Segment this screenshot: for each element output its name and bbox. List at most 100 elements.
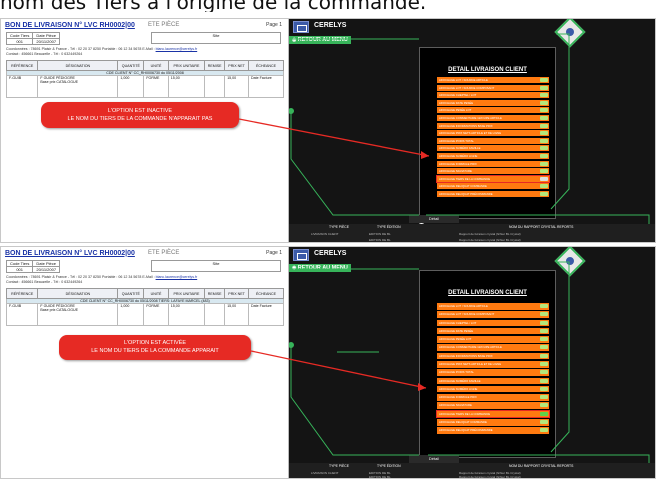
option-item[interactable]: AFFICHAGE PRIX NETS ARTICLE ET DE LIGNE — [437, 360, 549, 368]
toggle-switch[interactable] — [540, 312, 548, 317]
option-label: AFFICHAGE TIERS DE LA COMMANDE — [439, 411, 491, 416]
help-diamond-icon[interactable] — [554, 247, 586, 277]
option-item[interactable]: AFFICHAGE LOT / SOURCE ARTICLE — [437, 77, 549, 83]
toggle-switch[interactable] — [540, 138, 548, 143]
option-item[interactable]: AFFICHAGE DATE PESÉE — [437, 327, 549, 335]
toggle-switch[interactable] — [540, 320, 548, 325]
toggle-switch[interactable] — [540, 328, 548, 333]
option-item[interactable]: AFFICHAGE RELIQUAT PRÉCOMMANDE — [437, 190, 549, 197]
help-diamond-icon[interactable] — [554, 19, 586, 48]
option-item[interactable]: AFFICHAGE NUMÉRO FAMILLE — [437, 145, 549, 152]
item-discount — [204, 303, 226, 326]
toggle-switch[interactable] — [540, 304, 548, 308]
option-item[interactable]: AFFICHAGE NUMÉRO LIGNE — [437, 152, 549, 159]
header-cell: Code Tiers — [5, 260, 34, 267]
option-label: AFFICHAGE COMMENTAIRE GROUPE ARTICLE — [439, 345, 502, 350]
option-item-tiers-commande[interactable]: AFFICHAGE TIERS DE LA COMMANDE — [436, 174, 550, 183]
toggle-switch[interactable] — [540, 131, 548, 136]
toggle-switch[interactable] — [540, 146, 548, 151]
toggle-switch[interactable] — [540, 153, 548, 158]
callout-line: LE NOM DU TIERS DE LA COMMANDE N'APPARAI… — [67, 116, 213, 122]
toggle-switch[interactable] — [540, 100, 548, 105]
toggle-switch[interactable] — [540, 353, 548, 358]
item-discount — [204, 75, 226, 98]
column-header: ÉCHEANCE — [248, 288, 284, 299]
toggle-switch[interactable] — [540, 115, 548, 120]
toggle-switch[interactable] — [540, 169, 548, 174]
table-cell: Rapport de livraison crystal (fichier BL… — [459, 475, 521, 479]
option-item[interactable]: AFFICHAGE PESÉE LOT — [437, 336, 549, 343]
option-item[interactable]: AFFICHAGE COMMENTAIRE GROUPE ARTICLE — [437, 114, 549, 121]
option-item[interactable]: AFFICHAGE RELIQUAT PRÉCOMMANDE — [437, 427, 549, 434]
item-qty: 1,000 — [117, 75, 145, 98]
toggle-switch[interactable] — [540, 191, 548, 196]
option-item[interactable]: AFFICHAGE LOT / SOURCE ARTICLE — [437, 303, 549, 310]
option-item-tiers-commande[interactable]: AFFICHAGE TIERS DE LA COMMANDE — [436, 409, 550, 419]
toggle-switch[interactable] — [540, 428, 548, 433]
toggle-switch[interactable] — [540, 78, 548, 82]
option-label: AFFICHAGE DATE PESÉE — [439, 100, 474, 105]
toggle-switch[interactable] — [540, 345, 548, 350]
email-link[interactable]: blanc.laurence@cerelys.fr — [156, 47, 198, 51]
option-label: AFFICHAGE RELIQUAT PRÉCOMMANDE — [439, 428, 493, 433]
option-item[interactable]: AFFICHAGE POIDS TOTAL — [437, 137, 549, 144]
callout-line: L'OPTION EST ACTIVÉE — [123, 340, 187, 346]
toggle-switch[interactable] — [540, 395, 548, 400]
option-item[interactable]: AFFICHAGE FORMULE PRIX — [437, 394, 549, 401]
option-item[interactable]: AFFICHAGE PESÉE LOT — [437, 107, 549, 114]
item-designation: F GUIDE PÉDIOGRE Base prix CATALOGUE — [37, 75, 119, 98]
toggle-switch[interactable] — [540, 403, 548, 408]
option-item[interactable]: AFFICHAGE LOT / SOURCE COMPOSANT — [437, 84, 549, 91]
option-item[interactable]: AFFICHAGE LOT / SOURCE COMPOSANT — [437, 311, 549, 318]
column-header: DÉSIGNATION — [37, 288, 119, 299]
option-item[interactable]: AFFICHAGE RELIQUAT COMMANDE — [437, 418, 549, 426]
option-item[interactable]: AFFICHAGE RELIQUAT COMMANDE — [437, 183, 549, 190]
header-cell: Date Pièce — [32, 32, 61, 39]
toggle-switch[interactable] — [540, 370, 548, 375]
back-to-menu-button[interactable]: RETOUR AU MENU — [289, 264, 351, 272]
header-cell: 001 — [5, 266, 34, 273]
option-item[interactable]: AFFICHAGE NUMÉRO FAMILLE — [437, 377, 549, 385]
toggle-switch[interactable] — [540, 176, 548, 181]
option-item[interactable]: AFFICHAGE INFORMATIONS BASE PRIX — [437, 122, 549, 129]
option-item[interactable]: AFFICHAGE NUMÉRO LIGNE — [437, 385, 549, 393]
toggle-switch[interactable] — [540, 93, 548, 98]
toggle-switch[interactable] — [540, 361, 548, 366]
item-net: 15,00 — [224, 303, 249, 326]
toggle-switch[interactable] — [540, 123, 548, 128]
toggle-switch[interactable] — [540, 378, 548, 383]
column-header: PRIX UNITAIRE — [167, 60, 206, 71]
contact-line: Contact : 456661 Beauzelle - Tél : 0 632… — [6, 280, 83, 284]
back-to-menu-button[interactable]: RETOUR AU MENU — [289, 36, 351, 44]
detail-tab[interactable]: Détail — [409, 215, 459, 223]
toggle-switch[interactable] — [540, 108, 548, 113]
email-link[interactable]: blanc.laurence@cerelys.fr — [156, 275, 198, 279]
option-item[interactable]: AFFICHAGE DATE PESÉE — [437, 99, 549, 106]
table-cell: Rapport de livraison crystal (fichier BL… — [459, 232, 521, 236]
toggle-switch[interactable] — [540, 411, 548, 416]
option-item[interactable]: AFFICHAGE COMMENTAIRE GROUPE ARTICLE — [437, 344, 549, 351]
toggle-switch[interactable] — [540, 386, 548, 391]
toggle-switch[interactable] — [540, 161, 548, 166]
option-item[interactable]: AFFICHAGE FORMULE PRIX — [437, 160, 549, 167]
callout-line: L'OPTION EST INACTIVE — [107, 108, 173, 114]
toggle-switch[interactable] — [540, 337, 548, 342]
option-item[interactable]: AFFICHAGE CHEPTEL / LOT — [437, 319, 549, 327]
option-item[interactable]: AFFICHAGE INFORMATIONS BASE PRIX — [437, 352, 549, 360]
option-label: AFFICHAGE PESÉE LOT — [439, 337, 472, 342]
option-item[interactable]: AFFICHAGE PRIX NETS ARTICLE ET DE LIGNE — [437, 130, 549, 137]
toggle-switch[interactable] — [540, 419, 548, 424]
header-table: Code Tiers Date Pièce 001 20/11/2007 — [5, 260, 61, 273]
toggle-switch[interactable] — [540, 184, 548, 189]
option-label: AFFICHAGE NUMÉRO LIGNE — [439, 153, 478, 158]
detail-tab[interactable]: Détail — [409, 455, 459, 463]
lines-table: RÉFÉRENCE DÉSIGNATION QUANTITÉ UNITÉ PRI… — [5, 60, 284, 98]
address-block: Coordonnées : 78691 Plaisir & France - T… — [6, 47, 286, 57]
toggle-switch[interactable] — [540, 85, 548, 90]
option-item[interactable]: AFFICHAGE POIDS TOTAL — [437, 369, 549, 376]
option-item[interactable]: AFFICHAGE SIGNATURE — [437, 402, 549, 409]
option-item[interactable]: AFFICHAGE SIGNATURE — [437, 168, 549, 175]
table-cell: EDITION DE BL — [369, 232, 391, 236]
column-header: DÉSIGNATION — [37, 60, 119, 71]
option-item[interactable]: AFFICHAGE CHEPTEL / LOT — [437, 92, 549, 99]
